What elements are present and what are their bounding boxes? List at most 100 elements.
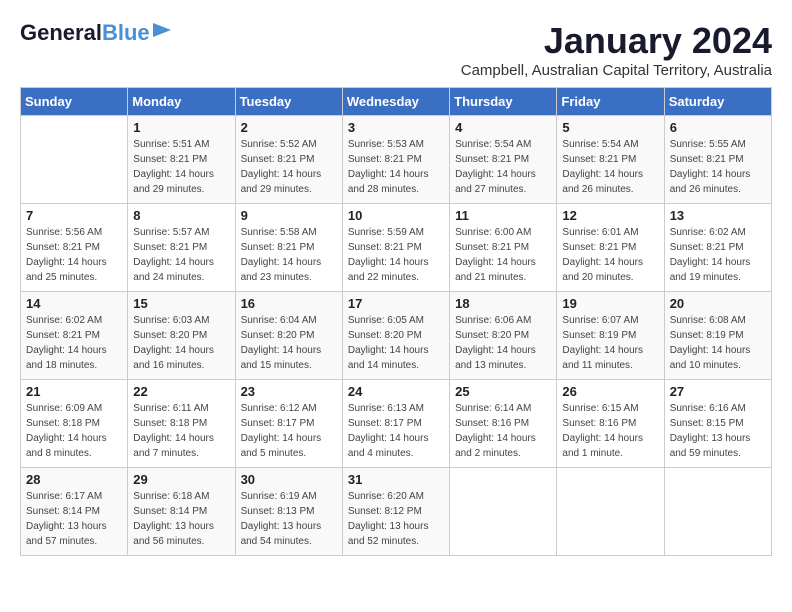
day-info: Sunrise: 6:07 AM Sunset: 8:19 PM Dayligh…	[562, 313, 658, 373]
calendar-cell: 12 Sunrise: 6:01 AM Sunset: 8:21 PM Dayli…	[557, 204, 664, 292]
day-info: Sunrise: 5:56 AM Sunset: 8:21 PM Dayligh…	[26, 225, 122, 285]
calendar-cell: 11 Sunrise: 6:00 AM Sunset: 8:21 PM Dayli…	[450, 204, 557, 292]
day-number: 10	[348, 208, 444, 223]
day-number: 22	[133, 384, 229, 399]
col-header-saturday: Saturday	[664, 88, 771, 116]
day-number: 30	[241, 472, 337, 487]
day-number: 24	[348, 384, 444, 399]
calendar-cell: 16 Sunrise: 6:04 AM Sunset: 8:20 PM Dayli…	[235, 292, 342, 380]
calendar-cell: 30Sunrise: 6:19 AM Sunset: 8:13 PM Dayli…	[235, 468, 342, 556]
day-number: 18	[455, 296, 551, 311]
day-number: 4	[455, 120, 551, 135]
day-info: Sunrise: 6:16 AM Sunset: 8:15 PM Dayligh…	[670, 401, 766, 461]
calendar-cell: 22 Sunrise: 6:11 AM Sunset: 8:18 PM Dayli…	[128, 380, 235, 468]
calendar-cell: 14Sunrise: 6:02 AM Sunset: 8:21 PM Dayli…	[21, 292, 128, 380]
day-info: Sunrise: 6:08 AM Sunset: 8:19 PM Dayligh…	[670, 313, 766, 373]
day-info: Sunrise: 6:14 AM Sunset: 8:16 PM Dayligh…	[455, 401, 551, 461]
calendar-cell: 27 Sunrise: 6:16 AM Sunset: 8:15 PM Dayli…	[664, 380, 771, 468]
day-number: 12	[562, 208, 658, 223]
day-info: Sunrise: 6:00 AM Sunset: 8:21 PM Dayligh…	[455, 225, 551, 285]
calendar-cell: 17 Sunrise: 6:05 AM Sunset: 8:20 PM Dayli…	[342, 292, 449, 380]
col-header-sunday: Sunday	[21, 88, 128, 116]
day-number: 13	[670, 208, 766, 223]
calendar-cell: 25 Sunrise: 6:14 AM Sunset: 8:16 PM Dayli…	[450, 380, 557, 468]
calendar-cell: 1 Sunrise: 5:51 AM Sunset: 8:21 PM Daylig…	[128, 116, 235, 204]
day-number: 26	[562, 384, 658, 399]
day-number: 15	[133, 296, 229, 311]
logo-blue: Blue	[102, 20, 150, 46]
col-header-monday: Monday	[128, 88, 235, 116]
day-info: Sunrise: 5:54 AM Sunset: 8:21 PM Dayligh…	[562, 137, 658, 197]
day-info: Sunrise: 6:03 AM Sunset: 8:20 PM Dayligh…	[133, 313, 229, 373]
day-number: 31	[348, 472, 444, 487]
day-info: Sunrise: 6:11 AM Sunset: 8:18 PM Dayligh…	[133, 401, 229, 461]
calendar-cell: 29Sunrise: 6:18 AM Sunset: 8:14 PM Dayli…	[128, 468, 235, 556]
day-number: 1	[133, 120, 229, 135]
calendar-cell: 19 Sunrise: 6:07 AM Sunset: 8:19 PM Dayli…	[557, 292, 664, 380]
day-info: Sunrise: 6:06 AM Sunset: 8:20 PM Dayligh…	[455, 313, 551, 373]
day-number: 8	[133, 208, 229, 223]
calendar-cell	[450, 468, 557, 556]
day-number: 3	[348, 120, 444, 135]
calendar-cell	[557, 468, 664, 556]
header: General Blue January 2024 Campbell, Aust…	[20, 20, 772, 79]
day-info: Sunrise: 6:17 AM Sunset: 8:14 PM Dayligh…	[26, 489, 122, 549]
day-info: Sunrise: 6:13 AM Sunset: 8:17 PM Dayligh…	[348, 401, 444, 461]
day-info: Sunrise: 5:58 AM Sunset: 8:21 PM Dayligh…	[241, 225, 337, 285]
calendar-cell: 21 Sunrise: 6:09 AM Sunset: 8:18 PM Dayli…	[21, 380, 128, 468]
calendar-cell: 13 Sunrise: 6:02 AM Sunset: 8:21 PM Dayli…	[664, 204, 771, 292]
day-info: Sunrise: 5:51 AM Sunset: 8:21 PM Dayligh…	[133, 137, 229, 197]
day-info: Sunrise: 6:20 AM Sunset: 8:12 PM Dayligh…	[348, 489, 444, 549]
day-info: Sunrise: 6:15 AM Sunset: 8:16 PM Dayligh…	[562, 401, 658, 461]
calendar-cell: 5 Sunrise: 5:54 AM Sunset: 8:21 PM Daylig…	[557, 116, 664, 204]
day-info: Sunrise: 6:01 AM Sunset: 8:21 PM Dayligh…	[562, 225, 658, 285]
calendar-cell: 20 Sunrise: 6:08 AM Sunset: 8:19 PM Dayli…	[664, 292, 771, 380]
day-info: Sunrise: 6:02 AM Sunset: 8:21 PM Dayligh…	[670, 225, 766, 285]
calendar-cell: 26 Sunrise: 6:15 AM Sunset: 8:16 PM Dayli…	[557, 380, 664, 468]
day-number: 6	[670, 120, 766, 135]
calendar-cell: 8Sunrise: 5:57 AM Sunset: 8:21 PM Daylig…	[128, 204, 235, 292]
day-info: Sunrise: 6:02 AM Sunset: 8:21 PM Dayligh…	[26, 313, 122, 373]
calendar-cell: 24 Sunrise: 6:13 AM Sunset: 8:17 PM Dayli…	[342, 380, 449, 468]
calendar-cell: 18 Sunrise: 6:06 AM Sunset: 8:20 PM Dayli…	[450, 292, 557, 380]
day-info: Sunrise: 5:55 AM Sunset: 8:21 PM Dayligh…	[670, 137, 766, 197]
calendar-table: SundayMondayTuesdayWednesdayThursdayFrid…	[20, 87, 772, 556]
col-header-thursday: Thursday	[450, 88, 557, 116]
day-number: 25	[455, 384, 551, 399]
title-area: January 2024 Campbell, Australian Capita…	[461, 20, 772, 79]
calendar-cell: 23Sunrise: 6:12 AM Sunset: 8:17 PM Dayli…	[235, 380, 342, 468]
day-info: Sunrise: 6:09 AM Sunset: 8:18 PM Dayligh…	[26, 401, 122, 461]
day-info: Sunrise: 5:52 AM Sunset: 8:21 PM Dayligh…	[241, 137, 337, 197]
day-number: 21	[26, 384, 122, 399]
calendar-cell: 6 Sunrise: 5:55 AM Sunset: 8:21 PM Daylig…	[664, 116, 771, 204]
day-number: 20	[670, 296, 766, 311]
day-number: 28	[26, 472, 122, 487]
logo: General Blue	[20, 20, 171, 46]
calendar-cell	[664, 468, 771, 556]
day-number: 2	[241, 120, 337, 135]
day-number: 19	[562, 296, 658, 311]
calendar-cell: 10 Sunrise: 5:59 AM Sunset: 8:21 PM Dayli…	[342, 204, 449, 292]
col-header-friday: Friday	[557, 88, 664, 116]
day-info: Sunrise: 6:04 AM Sunset: 8:20 PM Dayligh…	[241, 313, 337, 373]
col-header-tuesday: Tuesday	[235, 88, 342, 116]
logo-arrow-icon	[153, 23, 171, 42]
month-title: January 2024	[461, 20, 772, 62]
calendar-cell: 31 Sunrise: 6:20 AM Sunset: 8:12 PM Dayli…	[342, 468, 449, 556]
day-info: Sunrise: 5:54 AM Sunset: 8:21 PM Dayligh…	[455, 137, 551, 197]
calendar-cell: 15 Sunrise: 6:03 AM Sunset: 8:20 PM Dayli…	[128, 292, 235, 380]
day-info: Sunrise: 5:59 AM Sunset: 8:21 PM Dayligh…	[348, 225, 444, 285]
day-number: 17	[348, 296, 444, 311]
calendar-cell: 9Sunrise: 5:58 AM Sunset: 8:21 PM Daylig…	[235, 204, 342, 292]
day-number: 29	[133, 472, 229, 487]
day-info: Sunrise: 5:53 AM Sunset: 8:21 PM Dayligh…	[348, 137, 444, 197]
col-header-wednesday: Wednesday	[342, 88, 449, 116]
day-number: 27	[670, 384, 766, 399]
calendar-cell: 3 Sunrise: 5:53 AM Sunset: 8:21 PM Daylig…	[342, 116, 449, 204]
day-number: 16	[241, 296, 337, 311]
day-number: 11	[455, 208, 551, 223]
day-number: 5	[562, 120, 658, 135]
day-number: 23	[241, 384, 337, 399]
day-info: Sunrise: 6:05 AM Sunset: 8:20 PM Dayligh…	[348, 313, 444, 373]
location-title: Campbell, Australian Capital Territory, …	[461, 62, 772, 79]
